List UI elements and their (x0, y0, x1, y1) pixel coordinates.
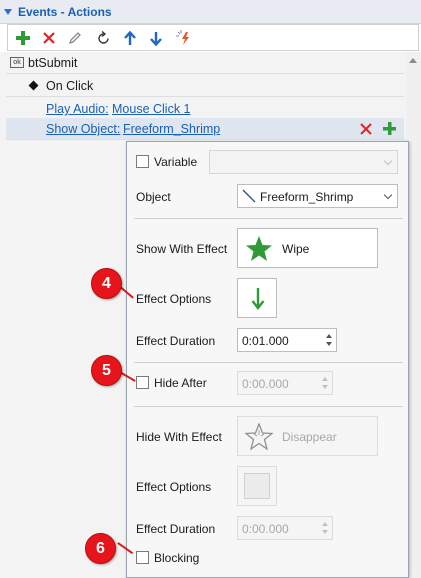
action-properties-panel: Variable Object Freeform_Shrimp Show Wit… (126, 141, 409, 578)
stepper-down-icon[interactable] (322, 530, 328, 534)
blank-effect-icon (244, 473, 270, 499)
reset-action-button[interactable] (93, 28, 113, 48)
variable-label: Variable (154, 155, 198, 169)
divider (134, 218, 403, 219)
add-action-icon[interactable] (383, 122, 396, 135)
blocking-checkbox[interactable] (136, 551, 149, 564)
scroll-up-icon[interactable] (409, 58, 417, 63)
move-down-button[interactable] (146, 28, 166, 48)
arrow-down-icon (251, 288, 265, 310)
object-dropdown[interactable]: Freeform_Shrimp (237, 184, 398, 208)
callout-badge-5: 5 (91, 355, 122, 386)
hide-effect-picker[interactable]: Disappear (237, 416, 378, 456)
tree-row-event[interactable]: On Click (6, 75, 404, 97)
event-diamond-icon (28, 80, 39, 91)
event-name: On Click (46, 79, 94, 93)
stepper-up-icon[interactable] (322, 522, 328, 526)
effect-duration-label: Effect Duration (136, 334, 216, 348)
effect-duration-stepper[interactable]: 0:01.000 (237, 328, 337, 352)
button-object-icon: ok (10, 57, 24, 68)
add-action-button[interactable] (13, 28, 33, 48)
hide-after-value: 0:00.000 (242, 377, 289, 391)
effect-duration-value: 0:00.000 (242, 522, 289, 536)
divider (134, 362, 403, 363)
hide-after-label: Hide After (154, 376, 207, 390)
panel-header[interactable]: Events - Actions (0, 0, 421, 24)
stepper-up-icon[interactable] (322, 377, 328, 381)
effect-duration-label: Effect Duration (136, 522, 216, 536)
delete-action-icon[interactable] (360, 123, 372, 135)
action-type-link[interactable]: Play Audio: (46, 102, 109, 116)
tree-row-object[interactable]: ok btSubmit (6, 52, 404, 74)
variable-dropdown[interactable] (209, 150, 398, 174)
effect-options-button[interactable] (237, 278, 277, 318)
chevron-down-icon (383, 190, 393, 200)
variable-checkbox[interactable] (136, 155, 149, 168)
action-type-link[interactable]: Show Object: (46, 122, 120, 136)
hide-with-effect-label: Hide With Effect (136, 430, 222, 444)
stepper-up-icon[interactable] (326, 334, 332, 338)
delete-icon (43, 32, 55, 44)
object-name: btSubmit (28, 56, 78, 70)
delete-action-button[interactable] (39, 28, 59, 48)
effect-options-label: Effect Options (136, 292, 212, 306)
callout-badge-4: 4 (91, 268, 122, 299)
edit-icon (68, 32, 81, 45)
stepper-down-icon[interactable] (326, 342, 332, 346)
collapse-arrow-icon[interactable] (4, 9, 12, 15)
hide-after-stepper[interactable]: 0:00.000 (237, 371, 333, 395)
object-value: Freeform_Shrimp (260, 190, 354, 204)
show-effect-value: Wipe (282, 242, 310, 256)
effect-options-button-disabled[interactable] (237, 466, 277, 506)
edit-action-button[interactable] (65, 28, 85, 48)
panel-title: Events - Actions (18, 5, 112, 19)
run-action-button[interactable] (174, 28, 194, 48)
effect-options-label: Effect Options (136, 480, 212, 494)
effect-duration-stepper-disabled[interactable]: 0:00.000 (237, 516, 333, 540)
hide-effect-value: Disappear (282, 430, 337, 444)
star-outline-icon (245, 423, 273, 450)
chevron-down-icon (383, 156, 393, 166)
show-with-effect-label: Show With Effect (136, 242, 228, 256)
tree-row-action-show-object[interactable]: Show Object: Freeform_Shrimp (6, 118, 404, 140)
action-target-link[interactable]: Freeform_Shrimp (123, 122, 220, 136)
object-label: Object (136, 190, 171, 204)
run-icon (176, 30, 189, 45)
hide-after-checkbox[interactable] (136, 376, 149, 389)
divider (134, 406, 403, 407)
effect-duration-value: 0:01.000 (242, 334, 289, 348)
tree-row-action-play-audio[interactable]: Play Audio: Mouse Click 1 (6, 98, 404, 120)
toolbar (7, 24, 419, 51)
add-icon (16, 31, 30, 45)
stepper-down-icon[interactable] (322, 385, 328, 389)
move-up-icon (124, 30, 136, 45)
move-up-button[interactable] (120, 28, 140, 48)
reset-icon (97, 30, 109, 44)
star-effect-icon (246, 236, 272, 261)
callout-badge-6: 6 (85, 533, 116, 564)
move-down-icon (150, 31, 162, 46)
blocking-label: Blocking (154, 551, 200, 565)
action-target-link[interactable]: Mouse Click 1 (112, 102, 191, 116)
show-effect-picker[interactable]: Wipe (237, 228, 378, 268)
freeform-shape-icon (242, 189, 256, 203)
